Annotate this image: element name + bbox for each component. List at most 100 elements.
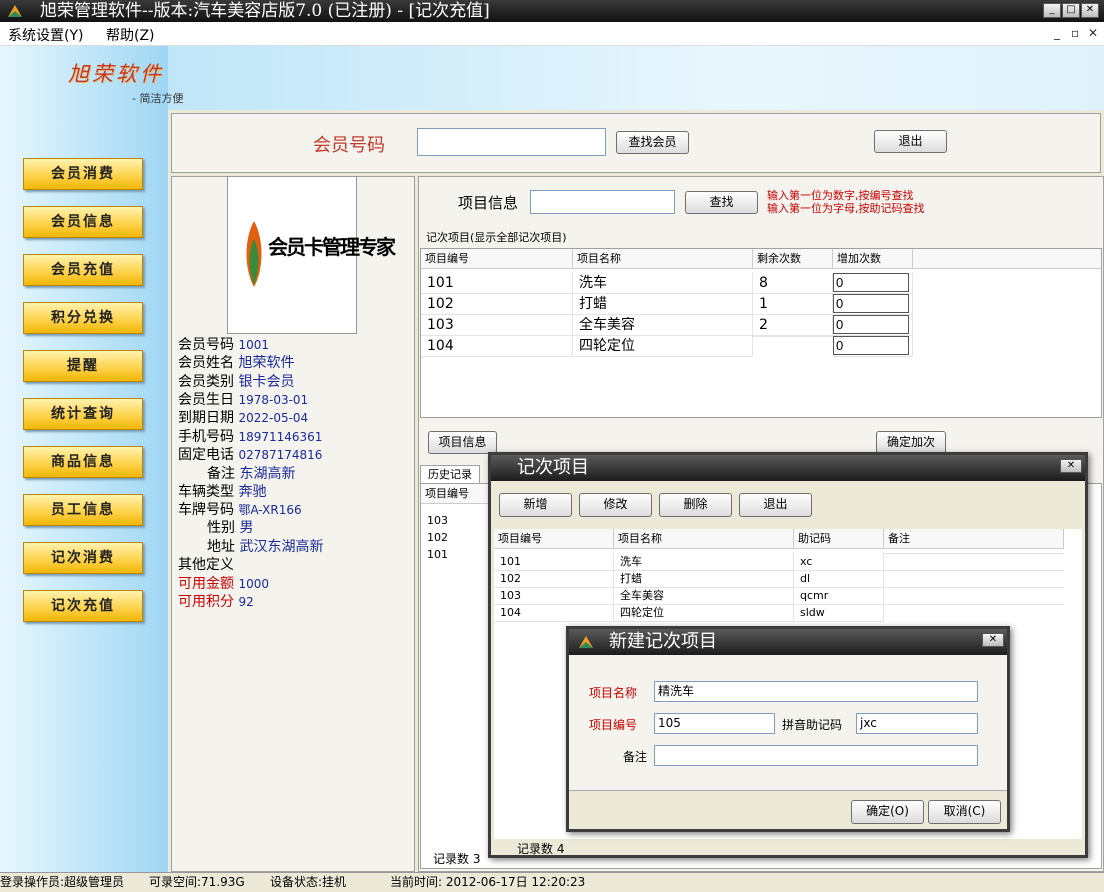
table-row-name[interactable]: 全车美容 bbox=[614, 587, 794, 605]
new-dialog-close-icon[interactable]: ✕ bbox=[982, 633, 1004, 647]
add-count-input[interactable] bbox=[833, 294, 909, 313]
table-row-id[interactable]: 104 bbox=[494, 604, 614, 622]
member-number-input[interactable] bbox=[417, 128, 606, 156]
table-row-note[interactable] bbox=[884, 604, 1064, 605]
table-row-remaining[interactable]: 2 bbox=[753, 315, 833, 336]
exit-button[interactable]: 退出 bbox=[874, 130, 947, 153]
minimize-icon[interactable]: _ bbox=[1043, 3, 1061, 18]
mdi-minimize-icon[interactable]: _ bbox=[1054, 26, 1060, 40]
item-name-input[interactable]: 精洗车 bbox=[654, 681, 978, 702]
count-items-group-title: 记次项目(显示全部记次项目) bbox=[424, 229, 569, 245]
member-row-custom: 其他定义 bbox=[178, 557, 234, 573]
mdi-restore-icon[interactable]: ▫ bbox=[1071, 26, 1079, 40]
add-count-input[interactable] bbox=[833, 336, 909, 355]
member-row-phone: 固定电话 02787174816 bbox=[178, 447, 323, 463]
nav-member-consume[interactable]: 会员消费 bbox=[23, 158, 143, 190]
item-id-label: 项目编号 bbox=[589, 718, 638, 732]
table-row-name[interactable]: 洗车 bbox=[614, 553, 794, 571]
find-project-button[interactable]: 查找 bbox=[685, 191, 758, 214]
member-number-label: 会员号码 bbox=[313, 135, 385, 156]
add-count-input[interactable] bbox=[833, 315, 909, 334]
table-row-id[interactable]: 103 bbox=[494, 587, 614, 605]
find-member-button[interactable]: 查找会员 bbox=[616, 131, 689, 154]
menu-help[interactable]: 帮助(Z) bbox=[106, 25, 155, 45]
table-row-name[interactable]: 洗车 bbox=[573, 273, 753, 294]
project-search-input[interactable] bbox=[530, 190, 675, 214]
member-row-address: 地址 武汉东湖高新 bbox=[207, 539, 324, 555]
search-hint-letter: 输入第一位为字母,按助记码查找 bbox=[767, 202, 925, 215]
table-row-note[interactable] bbox=[884, 570, 1064, 571]
table-row-name[interactable]: 全车美容 bbox=[573, 315, 753, 336]
table-row-code[interactable]: qcmr bbox=[794, 587, 884, 605]
add-count-input[interactable] bbox=[833, 273, 909, 292]
edit-item-button[interactable]: 修改 bbox=[579, 493, 652, 517]
table-row-remaining[interactable] bbox=[753, 336, 833, 337]
new-item-dialog-title: 新建记次项目 bbox=[569, 629, 1007, 655]
nav-reminder[interactable]: 提醒 bbox=[23, 350, 143, 382]
nav-points-exchange[interactable]: 积分兑换 bbox=[23, 302, 143, 334]
table-row-id[interactable]: 104 bbox=[421, 336, 573, 357]
member-row-mobile: 手机号码 18971146361 bbox=[178, 429, 323, 445]
table-row-id[interactable]: 102 bbox=[421, 294, 573, 315]
member-row-vehicle: 车辆类型 奔驰 bbox=[178, 484, 267, 500]
status-operator: 登录操作员:超级管理员 bbox=[0, 875, 125, 889]
search-hint-number: 输入第一位为数字,按编号查找 bbox=[767, 189, 914, 202]
col-header-remaining: 剩余次数 bbox=[753, 249, 833, 269]
table-row-id[interactable]: 101 bbox=[421, 273, 573, 294]
nav-goods-info[interactable]: 商品信息 bbox=[23, 446, 143, 478]
delete-item-button[interactable]: 删除 bbox=[659, 493, 732, 517]
note-label: 备注 bbox=[623, 750, 648, 764]
nav-count-consume[interactable]: 记次消费 bbox=[23, 542, 143, 574]
menu-bar: 系统设置(Y) 帮助(Z) _ ▫ ✕ bbox=[0, 22, 1104, 46]
window-title-bar: 旭荣管理软件--版本:汽车美容店版7.0 (已注册) - [记次充值] bbox=[0, 0, 1104, 22]
table-row-add bbox=[833, 315, 913, 336]
add-item-button[interactable]: 新增 bbox=[499, 493, 572, 517]
maximize-icon[interactable]: □ bbox=[1062, 3, 1080, 18]
member-row-remark: 备注 东湖高新 bbox=[207, 466, 296, 482]
table-row-remaining[interactable]: 1 bbox=[753, 294, 833, 315]
dialog-close-icon[interactable]: ✕ bbox=[1060, 459, 1082, 473]
status-space: 可录空间:71.93G bbox=[149, 875, 245, 889]
pinyin-code-input[interactable]: jxc bbox=[856, 713, 978, 734]
count-items-dialog-title: 记次项目 bbox=[491, 455, 1085, 481]
history-row[interactable]: 102 bbox=[421, 529, 491, 546]
nav-member-info[interactable]: 会员信息 bbox=[23, 206, 143, 238]
mdi-close-icon[interactable]: ✕ bbox=[1088, 26, 1098, 40]
table-row-name[interactable]: 四轮定位 bbox=[573, 336, 753, 357]
new-item-dialog: 新建记次项目 ✕ 项目名称 精洗车 项目编号 105 拼音助记码 jxc 备注 … bbox=[566, 626, 1010, 832]
ok-button[interactable]: 确定(O) bbox=[851, 800, 924, 824]
history-row[interactable]: 101 bbox=[421, 546, 491, 563]
member-row-plate: 车牌号码 鄂A-XR166 bbox=[178, 502, 302, 518]
nav-statistics[interactable]: 统计查询 bbox=[23, 398, 143, 430]
table-row-note[interactable] bbox=[884, 587, 1064, 588]
cancel-button[interactable]: 取消(C) bbox=[928, 800, 1001, 824]
dialog-record-count: 记录数 4 bbox=[517, 842, 565, 856]
table-row-code[interactable]: sldw bbox=[794, 604, 884, 622]
menu-system-settings[interactable]: 系统设置(Y) bbox=[8, 25, 83, 45]
table-row-code[interactable]: xc bbox=[794, 553, 884, 571]
exit-dialog-button[interactable]: 退出 bbox=[739, 493, 812, 517]
table-row-id[interactable]: 101 bbox=[494, 553, 614, 571]
table-row-id[interactable]: 102 bbox=[494, 570, 614, 588]
table-row-note[interactable] bbox=[884, 553, 1064, 554]
project-info-button[interactable]: 项目信息 bbox=[428, 431, 497, 454]
dlg-col-header-code: 助记码 bbox=[794, 529, 884, 549]
table-row-remaining[interactable]: 8 bbox=[753, 273, 833, 294]
table-row-name[interactable]: 打蜡 bbox=[614, 570, 794, 588]
table-row-id[interactable]: 103 bbox=[421, 315, 573, 336]
nav-member-recharge[interactable]: 会员充值 bbox=[23, 254, 143, 286]
item-id-input[interactable]: 105 bbox=[654, 713, 775, 734]
table-row-name[interactable]: 打蜡 bbox=[573, 294, 753, 315]
count-items-grid: 项目编号 项目名称 剩余次数 增加次数 101 洗车 8 102 打蜡 1 10… bbox=[420, 248, 1102, 418]
table-row-add bbox=[833, 294, 913, 315]
table-row-name[interactable]: 四轮定位 bbox=[614, 604, 794, 622]
nav-count-recharge[interactable]: 记次充值 bbox=[23, 590, 143, 622]
history-row[interactable]: 103 bbox=[421, 512, 491, 529]
nav-staff-info[interactable]: 员工信息 bbox=[23, 494, 143, 526]
close-icon[interactable]: ✕ bbox=[1081, 3, 1099, 18]
tab-history[interactable]: 历史记录 bbox=[420, 465, 480, 483]
table-row-code[interactable]: dl bbox=[794, 570, 884, 588]
confirm-add-button[interactable]: 确定加次 bbox=[876, 431, 946, 454]
note-input[interactable] bbox=[654, 745, 978, 766]
member-row-points: 可用积分 92 bbox=[178, 594, 254, 610]
